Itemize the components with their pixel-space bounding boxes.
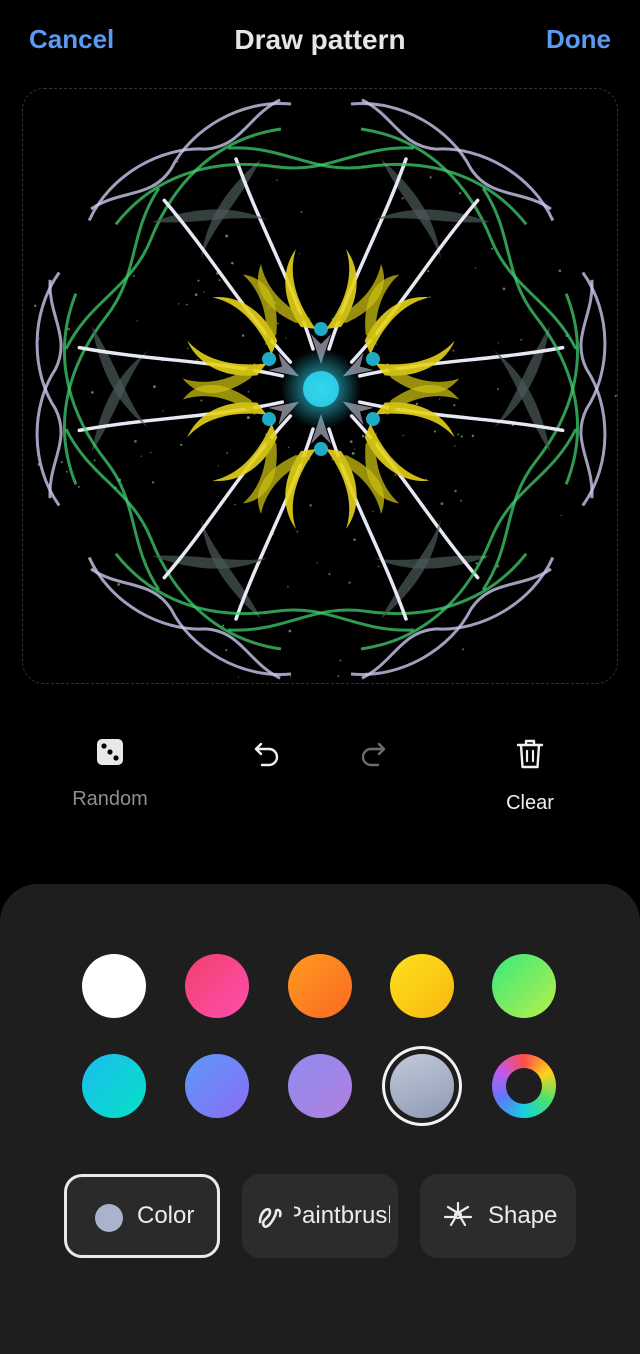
color-swatch-rainbow[interactable]: [492, 1054, 556, 1118]
color-dot-icon: [95, 1204, 123, 1232]
cancel-button[interactable]: Cancel: [29, 24, 114, 55]
redo-button[interactable]: [356, 738, 390, 768]
rainbow-ring-center: [506, 1068, 542, 1104]
shape-icon: [443, 1201, 473, 1227]
header-bar: Cancel Draw pattern Done: [0, 0, 640, 88]
random-button[interactable]: Random: [62, 738, 158, 811]
clear-button[interactable]: Clear: [484, 738, 576, 815]
trash-icon: [516, 739, 544, 769]
shape-mode-button[interactable]: Shape: [420, 1174, 576, 1258]
dice-icon: [97, 739, 123, 765]
pattern-canvas[interactable]: [22, 88, 618, 684]
color-swatch-gray-blue[interactable]: [390, 1054, 454, 1118]
redo-icon: [361, 742, 386, 767]
kaleidoscope-pattern: [23, 89, 617, 683]
undo-icon: [254, 742, 279, 767]
paintbrush-icon: [258, 1208, 282, 1229]
bottom-panel: Color Paintbrush Shape: [0, 884, 640, 1354]
color-swatch-pink[interactable]: [185, 954, 249, 1018]
color-mode-label: Color: [137, 1202, 195, 1229]
color-swatch-yellow[interactable]: [390, 954, 454, 1018]
paintbrush-mode-button[interactable]: Paintbrush: [242, 1174, 398, 1258]
undo-button[interactable]: [250, 738, 284, 768]
color-swatch-orange[interactable]: [288, 954, 352, 1018]
color-swatch-cyan[interactable]: [82, 1054, 146, 1118]
clear-label: Clear: [506, 792, 554, 814]
color-swatch-blue[interactable]: [185, 1054, 249, 1118]
shape-mode-label: Shape: [488, 1202, 558, 1229]
color-swatch-purple[interactable]: [288, 1054, 352, 1118]
paintbrush-mode-label: Paintbrush: [294, 1202, 390, 1229]
color-swatch-white[interactable]: [82, 954, 146, 1018]
done-button[interactable]: Done: [546, 24, 611, 55]
random-label: Random: [72, 788, 148, 810]
color-mode-button[interactable]: Color: [64, 1174, 220, 1258]
color-swatch-green[interactable]: [492, 954, 556, 1018]
